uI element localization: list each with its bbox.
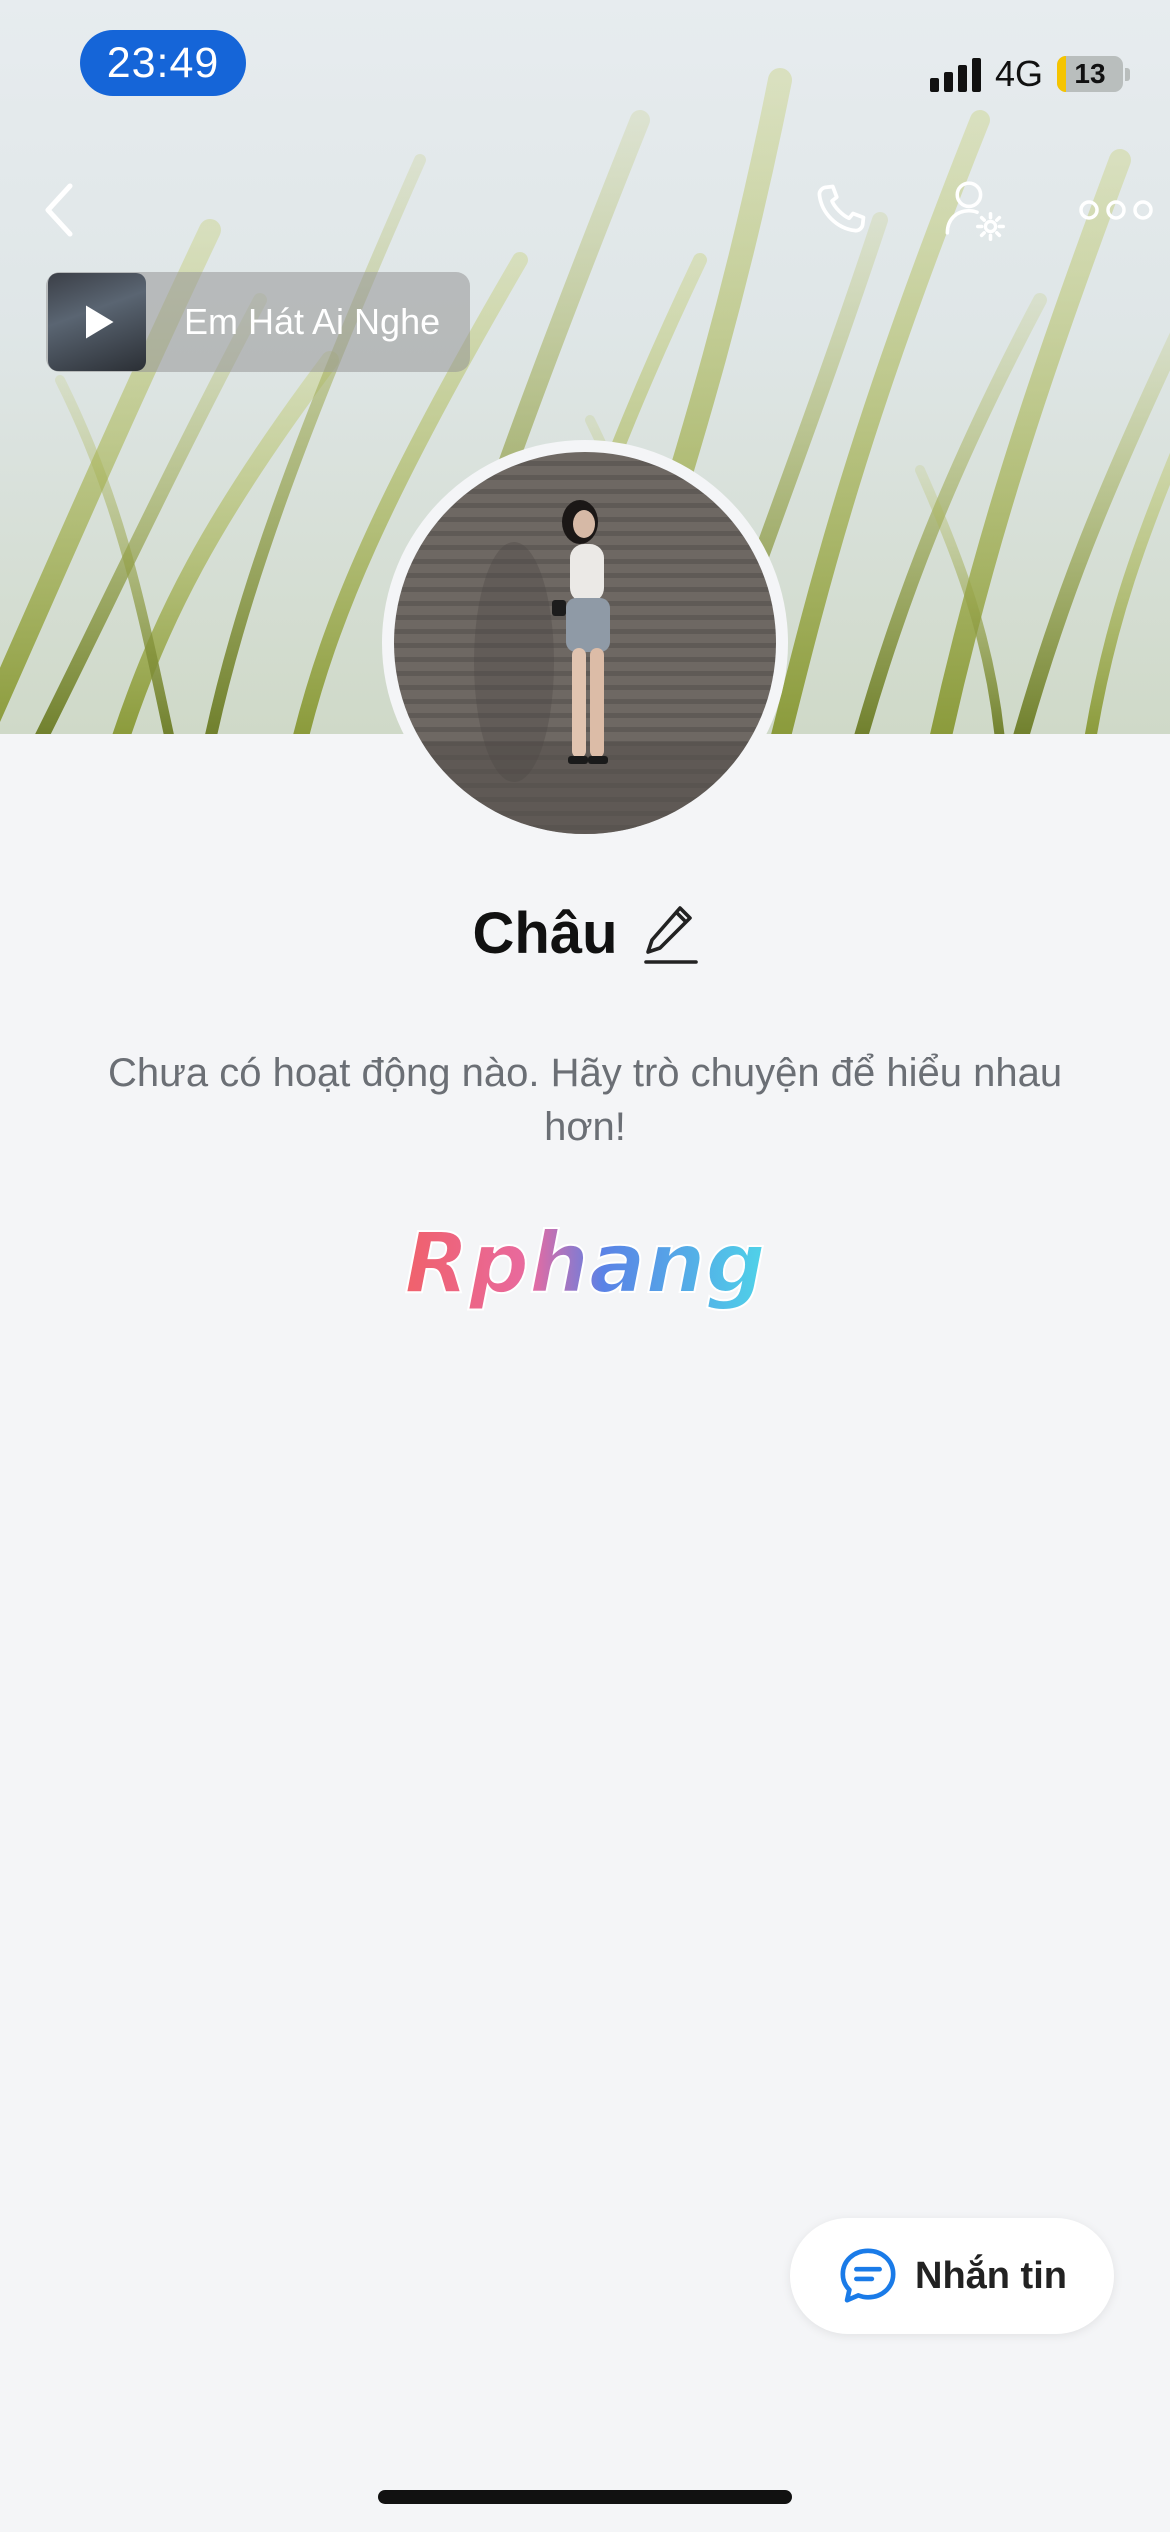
chevron-left-icon bbox=[45, 183, 73, 237]
back-button[interactable] bbox=[20, 170, 100, 250]
profile-music-button[interactable]: Em Hát Ai Nghe bbox=[46, 272, 470, 372]
battery-icon: 13 bbox=[1057, 56, 1123, 92]
music-title: Em Hát Ai Nghe bbox=[184, 301, 441, 342]
network-type: 4G bbox=[994, 53, 1043, 94]
more-button[interactable] bbox=[1066, 170, 1166, 250]
avatar-photo bbox=[394, 452, 776, 834]
profile-screen: 23:49 4G 13 Em Hát Ai Nghe Châu Chưa có … bbox=[0, 0, 1170, 2532]
more-dots-icon bbox=[1079, 200, 1153, 220]
watermark-logo: Rphang bbox=[403, 1213, 766, 1313]
watermark-text: Rphang bbox=[404, 1214, 765, 1312]
message-button-label: Nhắn tin bbox=[915, 2254, 1067, 2297]
phone-icon bbox=[817, 184, 866, 233]
call-button[interactable] bbox=[800, 170, 880, 250]
signal-icon bbox=[929, 56, 981, 92]
profile-name: Châu bbox=[472, 901, 618, 966]
battery-level: 13 bbox=[1074, 58, 1106, 89]
pencil-icon bbox=[643, 905, 698, 964]
profile-settings-button[interactable] bbox=[934, 170, 1014, 250]
music-cover-thumbnail bbox=[48, 273, 146, 371]
person-gear-icon bbox=[945, 181, 1005, 241]
person-figure bbox=[394, 500, 776, 834]
empty-activity-message: Chưa có hoạt động nào. Hãy trò chuyện để… bbox=[107, 1051, 1063, 1149]
battery-tip bbox=[1125, 67, 1130, 81]
profile-name-row: Châu bbox=[0, 900, 1170, 967]
status-indicators: 4G 13 bbox=[929, 44, 1130, 104]
avatar[interactable] bbox=[382, 440, 788, 846]
play-icon bbox=[86, 305, 114, 339]
edit-name-button[interactable] bbox=[642, 902, 698, 966]
status-time: 23:49 bbox=[80, 30, 246, 96]
message-button[interactable]: Nhắn tin bbox=[790, 2218, 1114, 2334]
chat-bubble-icon bbox=[840, 2248, 896, 2303]
home-indicator[interactable] bbox=[378, 2490, 792, 2504]
